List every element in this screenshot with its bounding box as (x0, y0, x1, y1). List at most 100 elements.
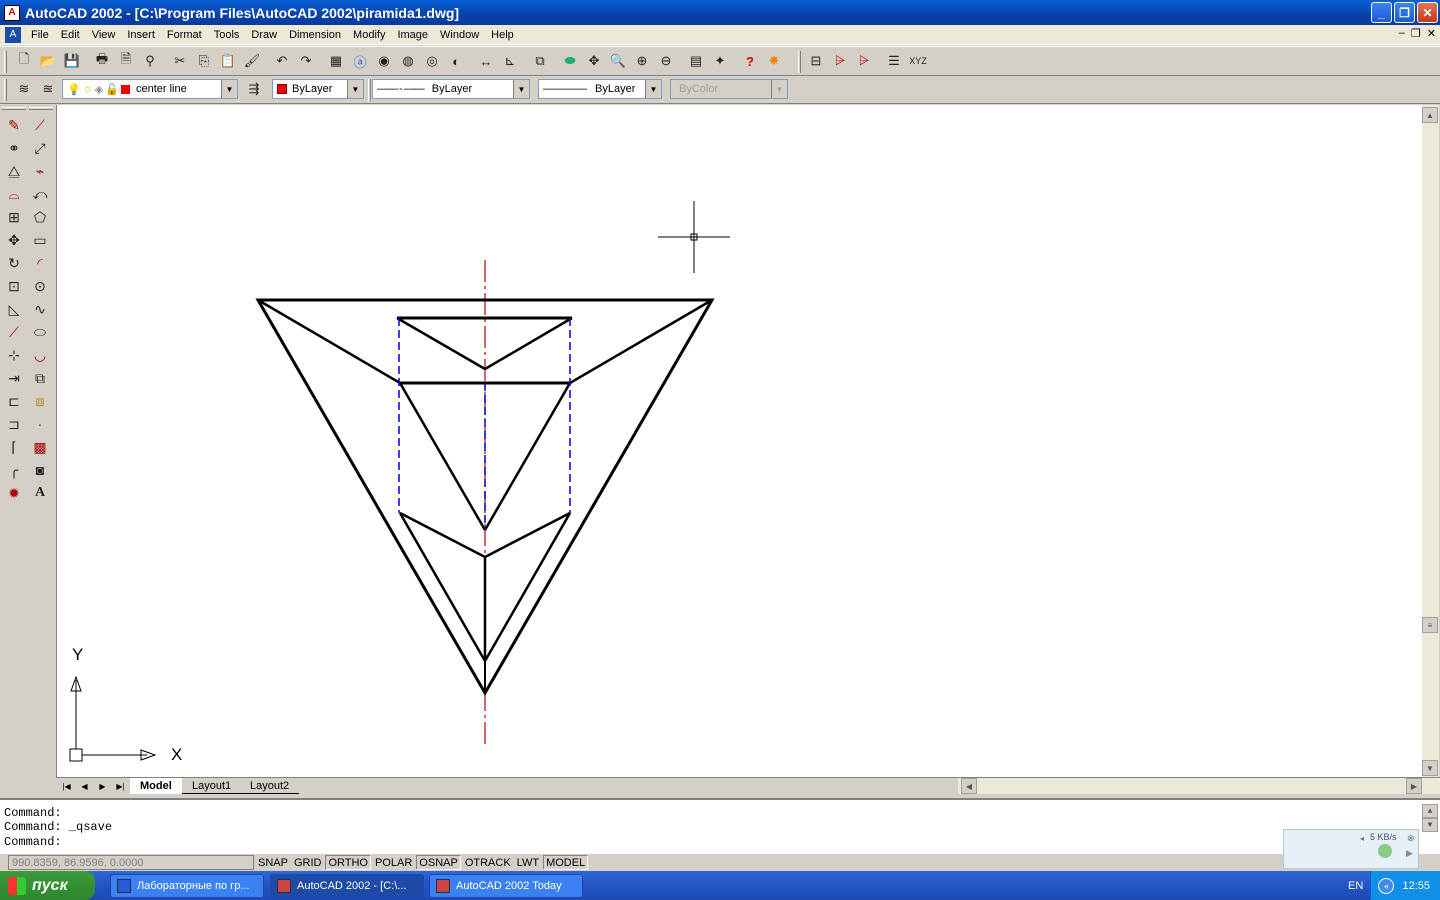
multiline-text-icon[interactable]: A (29, 482, 51, 504)
layer-previous-icon[interactable]: ≊ (38, 79, 58, 99)
polar-toggle[interactable]: POLAR (373, 855, 414, 870)
multiline-icon[interactable]: ⤺ (29, 183, 51, 205)
text-style-icon[interactable]: ☰ (884, 51, 904, 71)
menu-help[interactable]: Help (485, 29, 520, 41)
new-icon[interactable]: 🗋 (14, 51, 34, 71)
horizontal-scrollbar[interactable]: ◀ ▶ (958, 778, 1440, 794)
named-views-icon[interactable]: ⧉ (530, 51, 550, 71)
menu-edit[interactable]: Edit (55, 29, 86, 41)
scroll-up-button[interactable]: ▲ (1422, 107, 1438, 123)
web-publish-icon[interactable]: ◎ (422, 51, 442, 71)
cut-icon[interactable]: ✂ (170, 51, 190, 71)
scroll-thumb[interactable]: ≡ (1422, 617, 1438, 633)
menu-modify[interactable]: Modify (347, 29, 391, 41)
command-scroll-up[interactable]: ▲ (1422, 804, 1438, 818)
minimize-button[interactable]: _ (1371, 2, 1392, 23)
move-icon[interactable]: ✥ (3, 229, 25, 251)
tab-model[interactable]: Model (130, 778, 182, 794)
ellipse-icon[interactable]: ⬭ (29, 321, 51, 343)
baseline-dimension-icon[interactable]: ⩥ (854, 51, 874, 71)
color-dropdown[interactable]: ByLayer ▼ (272, 79, 364, 99)
tab-layout2[interactable]: Layout2 (240, 778, 300, 794)
pan-realtime-icon[interactable]: ✥ (584, 51, 604, 71)
grid-toggle[interactable]: GRID (292, 855, 324, 870)
drawing-canvas[interactable]: Y X (56, 105, 1422, 777)
start-button[interactable]: пуск (0, 871, 95, 900)
autodesk-today-icon[interactable]: ⓐ (350, 51, 370, 71)
break-icon[interactable]: ⊏ (3, 390, 25, 412)
rotate-icon[interactable]: ↻ (3, 252, 25, 274)
chevron-left-icon[interactable]: ◂ (1360, 834, 1364, 843)
toolbar-grip[interactable] (798, 51, 801, 73)
circle-icon[interactable]: ⊙ (29, 275, 51, 297)
toolbar-grip[interactable] (4, 79, 7, 101)
stretch-icon[interactable]: ◺ (3, 298, 25, 320)
plot-preview-icon[interactable]: 🗎 (116, 51, 136, 71)
doc-close-button[interactable]: ✕ (1427, 27, 1436, 40)
ucs-icon[interactable]: ⊾ (500, 51, 520, 71)
menu-view[interactable]: View (86, 29, 122, 41)
command-scroll-down[interactable]: ▼ (1422, 818, 1438, 832)
properties-icon[interactable]: ▤ (686, 51, 706, 71)
copy-object-icon[interactable]: ⚭ (3, 137, 25, 159)
construction-line-icon[interactable]: ⤢ (29, 137, 51, 159)
hatch-icon[interactable]: ▩ (29, 436, 51, 458)
open-icon[interactable]: 📂 (38, 51, 58, 71)
model-toggle[interactable]: MODEL (543, 855, 589, 870)
lwt-toggle[interactable]: LWT (515, 855, 541, 870)
scroll-left-button[interactable]: ◀ (961, 778, 977, 794)
arc-icon[interactable]: ◜ (29, 252, 51, 274)
offset-icon[interactable]: ⌓ (3, 183, 25, 205)
match-properties-icon[interactable]: 🖌 (242, 51, 262, 71)
prev-tab-button[interactable]: ◀ (76, 779, 93, 793)
restore-button[interactable]: ❐ (1394, 2, 1415, 23)
zoom-previous-icon[interactable]: ⊖ (656, 51, 676, 71)
menu-image[interactable]: Image (391, 29, 434, 41)
publish-icon[interactable]: ⚲ (140, 51, 160, 71)
design-center-icon[interactable]: ▦ (326, 51, 346, 71)
tool-palette-icon[interactable]: ✦ (710, 51, 730, 71)
extend-icon[interactable]: ⇥ (3, 367, 25, 389)
redo-icon[interactable]: ↷ (296, 51, 316, 71)
copy-icon[interactable]: ⎘ (194, 51, 214, 71)
scroll-right-button[interactable]: ▶ (1406, 778, 1422, 794)
first-tab-button[interactable]: |◀ (58, 779, 75, 793)
array-icon[interactable]: ⊞ (3, 206, 25, 228)
ordinate-icon[interactable]: XYZ (908, 51, 928, 71)
menu-format[interactable]: Format (161, 29, 208, 41)
trim-icon[interactable]: ⊹ (3, 344, 25, 366)
region-icon[interactable]: ◙ (29, 459, 51, 481)
undo-icon[interactable]: ↶ (272, 51, 292, 71)
rectangle-icon[interactable]: ▭ (29, 229, 51, 251)
autocad-app-icon[interactable]: A (4, 4, 20, 21)
menu-dimension[interactable]: Dimension (283, 29, 347, 41)
line-icon[interactable]: ⟋ (29, 114, 51, 136)
scroll-down-button[interactable]: ▼ (1422, 760, 1438, 776)
break-at-point-icon[interactable]: ⊐ (3, 413, 25, 435)
zoom-window-icon[interactable]: ⊕ (632, 51, 652, 71)
linetype-dropdown[interactable]: —— - —— ByLayer ▼ (372, 79, 530, 99)
ortho-toggle[interactable]: ORTHO (325, 855, 371, 870)
zoom-realtime-icon[interactable]: 🔍 (608, 51, 628, 71)
fillet-icon[interactable]: ╭ (3, 459, 25, 481)
aligned-dimension-icon[interactable]: ⩥ (830, 51, 850, 71)
coordinates-display[interactable]: 990.8359, 86.9596, 0.0000 (8, 855, 254, 870)
erase-icon[interactable]: ✎ (3, 114, 25, 136)
tab-layout1[interactable]: Layout1 (182, 778, 242, 794)
distance-icon[interactable]: ↔ (476, 51, 496, 71)
document-menu-icon[interactable]: A (5, 26, 21, 43)
scale-icon[interactable]: ⊡ (3, 275, 25, 297)
point-icon[interactable]: · (29, 413, 51, 435)
show-hidden-icons-icon[interactable]: « (1378, 877, 1395, 894)
last-tab-button[interactable]: ▶| (112, 779, 129, 793)
doc-minimize-button[interactable]: – (1399, 27, 1405, 40)
mirror-icon[interactable]: ⧋ (3, 160, 25, 182)
language-indicator[interactable]: EN (1348, 880, 1363, 892)
explode-icon[interactable]: ✹ (3, 482, 25, 504)
command-prompt[interactable]: Command: (4, 835, 62, 849)
3d-orbit-icon[interactable]: ⬬ (560, 51, 580, 71)
command-window[interactable]: Command: Command: _qsave Command: ▲ ▼ (0, 798, 1440, 854)
help-icon[interactable]: ? (740, 51, 760, 71)
otrack-toggle[interactable]: OTRACK (463, 855, 513, 870)
chevron-right-icon[interactable]: ▶ (1406, 848, 1413, 859)
